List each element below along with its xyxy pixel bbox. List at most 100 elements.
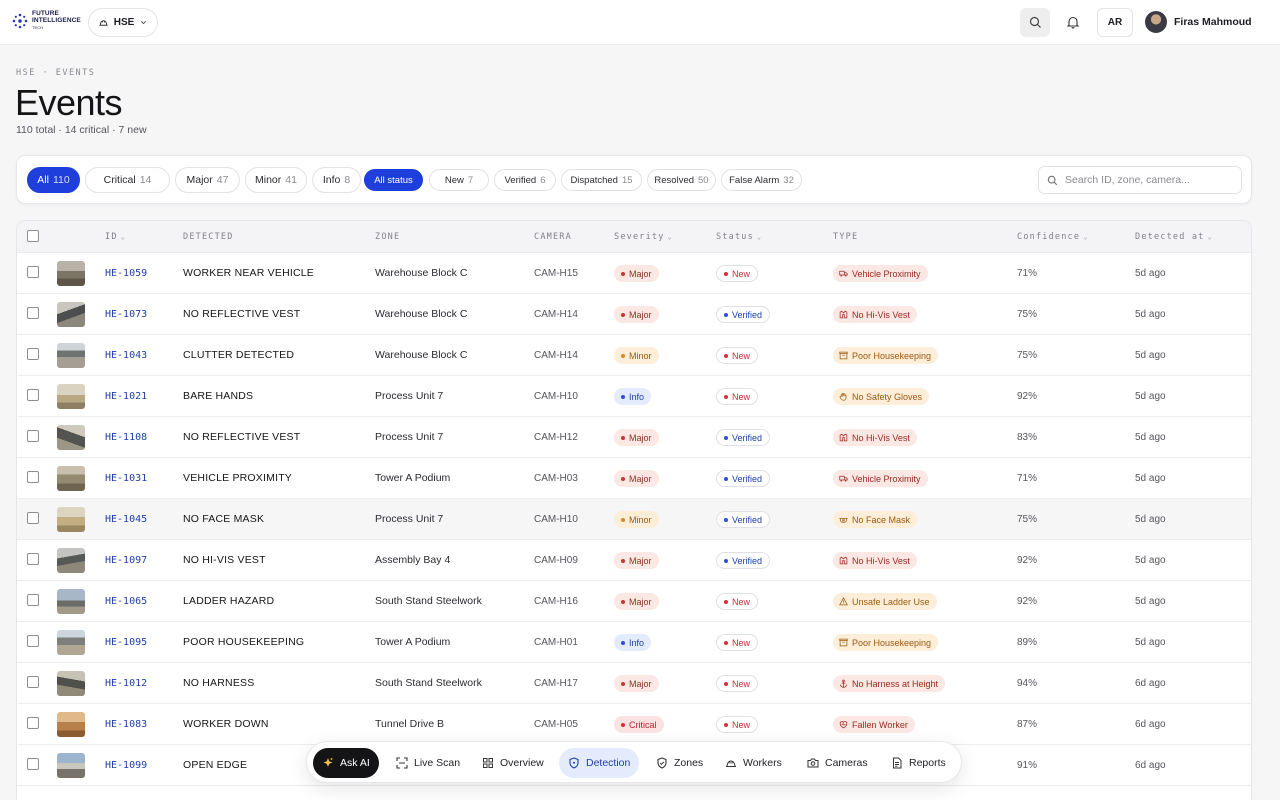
event-id-link[interactable]: HE-1031 bbox=[105, 473, 147, 484]
row-checkbox[interactable] bbox=[27, 512, 39, 524]
row-checkbox[interactable] bbox=[27, 594, 39, 606]
vest-icon bbox=[839, 433, 848, 442]
event-id-link[interactable]: HE-1065 bbox=[105, 596, 147, 607]
chip-count: 15 bbox=[621, 174, 633, 186]
chevron-down-icon: ⌄ bbox=[756, 233, 763, 241]
table-row[interactable]: HE-1012 No harness South Stand Steelwork CA… bbox=[17, 663, 1251, 704]
table-row[interactable]: HE-1083 Worker down Tunnel Drive B CAM-H05 C… bbox=[17, 704, 1251, 745]
workspace-selector[interactable]: HSE bbox=[88, 8, 158, 37]
col-detected-at[interactable]: Detected at ⌄ bbox=[1135, 232, 1213, 242]
event-thumbnail[interactable] bbox=[57, 466, 85, 491]
event-thumbnail[interactable] bbox=[57, 712, 85, 737]
event-thumbnail[interactable] bbox=[57, 261, 85, 286]
filter-severity-critical[interactable]: Critical 14 bbox=[85, 167, 170, 193]
event-id-link[interactable]: HE-1099 bbox=[105, 760, 147, 771]
col-id[interactable]: ID ⌄ bbox=[105, 232, 126, 242]
col-severity[interactable]: Severity ⌄ bbox=[614, 232, 673, 242]
event-thumbnail[interactable] bbox=[57, 384, 85, 409]
search-input[interactable] bbox=[1065, 174, 1235, 186]
filter-status-resolved[interactable]: Resolved 50 bbox=[647, 169, 716, 191]
event-id-link[interactable]: HE-1059 bbox=[105, 268, 147, 279]
dock-live-scan[interactable]: Live Scan bbox=[387, 748, 469, 778]
event-thumbnail[interactable] bbox=[57, 302, 85, 327]
table-row[interactable]: HE-1073 No reflective vest Warehouse Block… bbox=[17, 294, 1251, 335]
event-detected: No hi-vis vest bbox=[183, 554, 266, 566]
status-label: Verified bbox=[732, 514, 763, 525]
event-thumbnail[interactable] bbox=[57, 630, 85, 655]
dock-ask-ai[interactable]: Ask AI bbox=[313, 748, 379, 778]
event-id-link[interactable]: HE-1073 bbox=[105, 309, 147, 320]
dock-reports[interactable]: Reports bbox=[882, 748, 955, 778]
row-checkbox[interactable] bbox=[27, 348, 39, 360]
row-checkbox[interactable] bbox=[27, 717, 39, 729]
select-all-checkbox[interactable] bbox=[27, 230, 39, 242]
event-thumbnail[interactable] bbox=[57, 589, 85, 614]
filter-status-new[interactable]: New 7 bbox=[429, 169, 489, 191]
row-checkbox[interactable] bbox=[27, 430, 39, 442]
event-thumbnail[interactable] bbox=[57, 548, 85, 573]
event-thumbnail[interactable] bbox=[57, 671, 85, 696]
helmet-icon bbox=[726, 760, 736, 767]
status-dot-icon bbox=[724, 681, 728, 686]
col-status[interactable]: Status ⌄ bbox=[716, 232, 762, 242]
dock-cameras[interactable]: Cameras bbox=[798, 748, 877, 778]
table-row[interactable]: HE-1021 Bare hands Process Unit 7 CAM-H10 In… bbox=[17, 376, 1251, 417]
filter-status-verified[interactable]: Verified 6 bbox=[494, 169, 556, 191]
brand-logo[interactable]: FUTURE INTELLIGENCE TECH bbox=[12, 10, 81, 31]
event-id-link[interactable]: HE-1043 bbox=[105, 350, 147, 361]
status-dot-icon bbox=[724, 353, 728, 358]
filter-bar: All 110 Critical 14 Major 47 Minor 41 Info 8 … bbox=[16, 155, 1252, 204]
table-row[interactable]: HE-1045 No face mask Process Unit 7 CAM-H10… bbox=[17, 499, 1251, 540]
filter-severity-info[interactable]: Info 8 bbox=[312, 167, 361, 193]
event-id-link[interactable]: HE-1108 bbox=[105, 432, 147, 443]
event-id-link[interactable]: HE-1021 bbox=[105, 391, 147, 402]
shield-check-icon bbox=[657, 757, 667, 769]
table-row[interactable]: HE-1097 No hi-vis vest Assembly Bay 4 CAM-H… bbox=[17, 540, 1251, 581]
helmet-icon bbox=[99, 20, 108, 26]
filter-severity-all[interactable]: All 110 bbox=[27, 167, 80, 193]
row-checkbox[interactable] bbox=[27, 676, 39, 688]
dock-zones[interactable]: Zones bbox=[647, 748, 712, 778]
event-id-link[interactable]: HE-1012 bbox=[105, 678, 147, 689]
dock-overview[interactable]: Overview bbox=[473, 748, 553, 778]
notifications-button[interactable] bbox=[1063, 12, 1083, 32]
filter-status-dispatched[interactable]: Dispatched 15 bbox=[561, 169, 642, 191]
col-label: Status bbox=[716, 232, 754, 242]
col-confidence[interactable]: Confidence ⌄ bbox=[1017, 232, 1089, 242]
event-thumbnail[interactable] bbox=[57, 507, 85, 532]
event-camera: CAM-H14 bbox=[534, 350, 578, 361]
table-row[interactable]: HE-1095 Poor housekeeping Tower A Podium CA… bbox=[17, 622, 1251, 663]
row-checkbox[interactable] bbox=[27, 471, 39, 483]
filter-status-false-alarm[interactable]: False Alarm 32 bbox=[721, 169, 802, 191]
event-thumbnail[interactable] bbox=[57, 343, 85, 368]
table-row[interactable]: HE-1031 Vehicle proximity Tower A Podium CA… bbox=[17, 458, 1251, 499]
row-checkbox[interactable] bbox=[27, 758, 39, 770]
event-id-link[interactable]: HE-1045 bbox=[105, 514, 147, 525]
status-label: Verified bbox=[732, 309, 763, 320]
table-row[interactable]: HE-1108 No reflective vest Process Unit 7 C… bbox=[17, 417, 1251, 458]
type-label: Vehicle Proximity bbox=[852, 268, 921, 279]
dock-workers[interactable]: Workers bbox=[716, 748, 791, 778]
row-checkbox[interactable] bbox=[27, 389, 39, 401]
bell-icon bbox=[1066, 16, 1080, 29]
row-checkbox[interactable] bbox=[27, 307, 39, 319]
dock-detection[interactable]: Detection bbox=[559, 748, 640, 778]
event-thumbnail[interactable] bbox=[57, 753, 85, 778]
table-row[interactable]: HE-1065 Ladder hazard South Stand Steelwor… bbox=[17, 581, 1251, 622]
event-id-link[interactable]: HE-1095 bbox=[105, 637, 147, 648]
user-menu[interactable]: Firas Mahmoud bbox=[1145, 11, 1252, 33]
filter-severity-major[interactable]: Major 47 bbox=[175, 167, 240, 193]
event-id-link[interactable]: HE-1097 bbox=[105, 555, 147, 566]
event-search[interactable] bbox=[1038, 166, 1242, 194]
event-id-link[interactable]: HE-1083 bbox=[105, 719, 147, 730]
filter-severity-minor[interactable]: Minor 41 bbox=[245, 167, 307, 193]
filter-status-all[interactable]: All status bbox=[364, 169, 423, 191]
event-thumbnail[interactable] bbox=[57, 425, 85, 450]
global-search-button[interactable] bbox=[1020, 8, 1050, 37]
row-checkbox[interactable] bbox=[27, 553, 39, 565]
language-toggle[interactable]: AR bbox=[1097, 8, 1133, 37]
table-row[interactable]: HE-1059 Worker near vehicle Warehouse Bloc… bbox=[17, 253, 1251, 294]
row-checkbox[interactable] bbox=[27, 635, 39, 647]
table-row[interactable]: HE-1043 Clutter detected Warehouse Block C… bbox=[17, 335, 1251, 376]
row-checkbox[interactable] bbox=[27, 266, 39, 278]
